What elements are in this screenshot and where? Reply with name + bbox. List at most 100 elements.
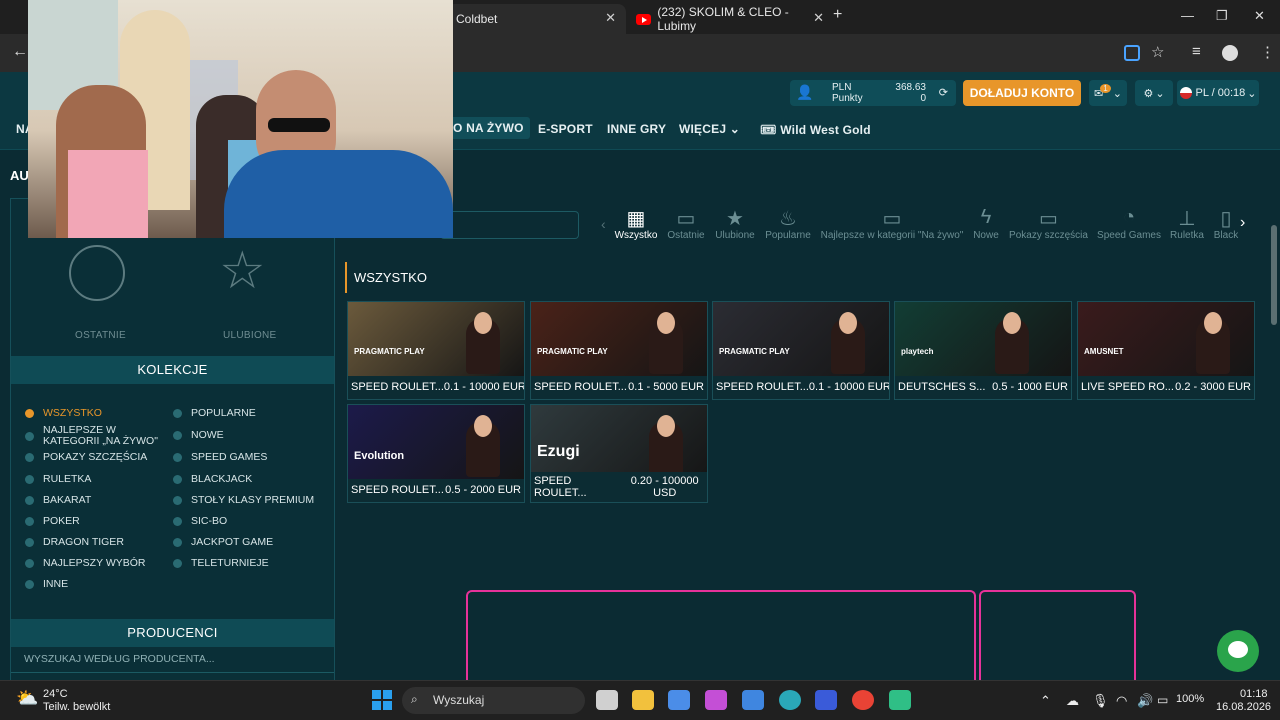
category-item[interactable]: ◔ Speed Games (1096, 206, 1162, 241)
collection-item[interactable]: WSZYSTKO (25, 407, 102, 419)
chat-button[interactable] (1217, 630, 1259, 672)
collection-item[interactable]: POPULARNE (173, 407, 256, 419)
topup-button[interactable]: DOŁADUJ KONTO (963, 80, 1081, 106)
bookmark-star-icon[interactable]: ☆ (1151, 43, 1164, 61)
clock-time[interactable]: 01:18 (1240, 688, 1268, 700)
stopwatch-icon[interactable] (69, 245, 125, 301)
collection-item[interactable]: NAJLEPSZE W KATEGORII „NA ŻYWO" (25, 425, 175, 447)
game-card[interactable]: Ezugi SPEED ROULET... 0.20 - 100000 USD (530, 404, 708, 503)
collection-item[interactable]: POKER (25, 515, 80, 527)
collection-item[interactable]: STOŁY KLASY PREMIUM (173, 494, 314, 506)
dealer-head (657, 415, 675, 437)
page-scrollbar[interactable] (1271, 225, 1277, 325)
weather-desc[interactable]: Teilw. bewölkt (43, 701, 110, 713)
menu-item-esport[interactable]: E-SPORT (538, 122, 593, 136)
refresh-icon[interactable]: ⟳ (939, 86, 948, 99)
file-explorer-icon[interactable] (632, 690, 654, 710)
messages-button[interactable]: ✉ 1 ⌄ (1089, 80, 1127, 106)
task-view-icon[interactable] (596, 690, 618, 710)
collection-item[interactable]: RULETKA (25, 473, 91, 485)
collection-item[interactable]: NOWE (173, 429, 224, 441)
recent-label[interactable]: OSTATNIE (75, 330, 126, 341)
grid-icon: ▦ (626, 208, 646, 230)
promo-wild-west-gold[interactable]: 🎟 Wild West Gold (760, 122, 871, 138)
star-icon[interactable]: ☆ (219, 241, 266, 301)
taskbar-search[interactable]: ⌕ Wyszukaj (402, 687, 585, 714)
minimize-button[interactable]: — (1181, 8, 1194, 23)
chrome-icon[interactable] (852, 690, 874, 710)
tray-overflow-icon[interactable]: ⌃ (1040, 693, 1051, 709)
game-card[interactable]: PRAGMATIC PLAY SPEED ROULET... 0.1 - 5000 … (530, 301, 708, 400)
new-tab-button[interactable]: + (833, 6, 842, 24)
gear-icon: ⚙ (1143, 87, 1154, 100)
collection-item[interactable]: DRAGON TIGER (25, 536, 124, 548)
battery-icon[interactable]: ▭ (1157, 693, 1168, 707)
game-card[interactable]: PRAGMATIC PLAY SPEED ROULET... 0.1 - 10000… (712, 301, 890, 400)
youtube-icon (636, 13, 652, 25)
windows-start-icon[interactable] (372, 690, 392, 710)
collection-item[interactable]: BAKARAT (25, 494, 91, 506)
category-item[interactable]: ⊥ Ruletka (1168, 206, 1206, 241)
collection-item[interactable]: NAJLEPSZY WYBÓR (25, 557, 146, 569)
menu-item-more[interactable]: WIĘCEJ ⌄ (679, 122, 740, 136)
menu-item-live[interactable]: O NA ŻYWO (447, 117, 530, 139)
battery-percent[interactable]: 100% (1176, 693, 1204, 705)
settings-button[interactable]: ⚙ ⌄ (1135, 80, 1173, 106)
category-item[interactable]: ▭ Ostatnie (666, 206, 706, 241)
producer-search-input[interactable]: WYSZUKAJ WEDŁUG PRODUCENTA... (11, 649, 334, 673)
app-icon[interactable] (815, 690, 837, 710)
microphone-icon[interactable]: 🎙 (1092, 693, 1109, 709)
edge-icon[interactable] (779, 690, 801, 710)
game-search-input[interactable] (440, 211, 579, 239)
account-balance[interactable]: 👤 PLN Punkty 368.63 0 ⟳ (790, 80, 956, 106)
balance-value: 368.63 (895, 82, 926, 93)
category-item[interactable]: ϟ Nowe (971, 206, 1001, 241)
tab-coldbet[interactable]: Coldbet ✕ (446, 4, 626, 34)
game-caption: SPEED ROULET... 0.20 - 100000 USD (531, 472, 707, 502)
maximize-button[interactable]: ❐ (1216, 8, 1228, 24)
close-tab-icon[interactable]: ✕ (605, 10, 616, 26)
game-card[interactable]: playtech DEUTSCHES S... 0.5 - 1000 EUR (894, 301, 1072, 400)
favorites-label[interactable]: ULUBIONE (223, 330, 277, 341)
weather-temp[interactable]: 24°C (43, 688, 68, 700)
category-item[interactable]: ▦ Wszystko (614, 206, 658, 241)
webcam-overlay (28, 0, 453, 238)
cast-icon[interactable] (1124, 45, 1140, 61)
reading-list-icon[interactable]: ≡ (1192, 43, 1201, 60)
close-window-button[interactable]: ✕ (1254, 8, 1265, 24)
language-selector[interactable]: PL / 00:18 ⌄ (1177, 80, 1259, 106)
cloud-icon[interactable]: ☁ (1066, 693, 1079, 709)
speaker-icon[interactable]: 🔊 (1137, 693, 1153, 709)
back-icon[interactable]: ← (12, 43, 28, 61)
collection-item[interactable]: SPEED GAMES (173, 451, 267, 463)
weather-icon[interactable]: ⛅ (16, 688, 38, 709)
category-item[interactable]: ▯ Black (1212, 206, 1240, 241)
collection-item[interactable]: TELETURNIEJE (173, 557, 269, 569)
provider-logo: Ezugi (537, 443, 580, 460)
wifi-icon[interactable]: ◠ (1116, 693, 1127, 709)
copilot-icon[interactable] (705, 690, 727, 710)
collection-item[interactable]: INNE (25, 578, 68, 590)
game-card[interactable]: AMUSNET LIVE SPEED RO... 0.2 - 3000 EUR (1077, 301, 1255, 400)
category-item[interactable]: ▭ Pokazy szczęścia (1007, 206, 1090, 241)
collection-item[interactable]: POKAZY SZCZĘŚCIA (25, 451, 147, 463)
store-icon[interactable] (668, 690, 690, 710)
game-card[interactable]: Evolution SPEED ROULET... 0.5 - 2000 EUR (347, 404, 525, 503)
menu-item-other-games[interactable]: INNE GRY (607, 122, 666, 136)
scroll-left-icon[interactable]: ‹ (601, 216, 606, 232)
category-item[interactable]: ▭ Najlepsze w kategorii "Na żywo" (819, 206, 965, 241)
tab-youtube[interactable]: (232) SKOLIM & CLEO - Lubimy ✕ (628, 4, 824, 34)
collection-item[interactable]: SIC-BO (173, 515, 227, 527)
close-tab-icon[interactable]: ✕ (813, 10, 824, 26)
collection-item[interactable]: BLACKJACK (173, 473, 252, 485)
game-card[interactable]: PRAGMATIC PLAY SPEED ROULET... 0.1 - 10000… (347, 301, 525, 400)
category-item[interactable]: ♨ Popularne (763, 206, 813, 241)
more-menu-icon[interactable]: ⋮ (1260, 43, 1275, 61)
profile-icon[interactable] (1222, 45, 1238, 61)
category-item[interactable]: ★ Ulubione (714, 206, 756, 241)
app-icon[interactable] (742, 690, 764, 710)
clock-date[interactable]: 16.08.2026 (1216, 701, 1271, 713)
app-icon[interactable] (889, 690, 911, 710)
collection-item[interactable]: JACKPOT GAME (173, 536, 273, 548)
scroll-right-icon[interactable]: › (1240, 214, 1245, 232)
